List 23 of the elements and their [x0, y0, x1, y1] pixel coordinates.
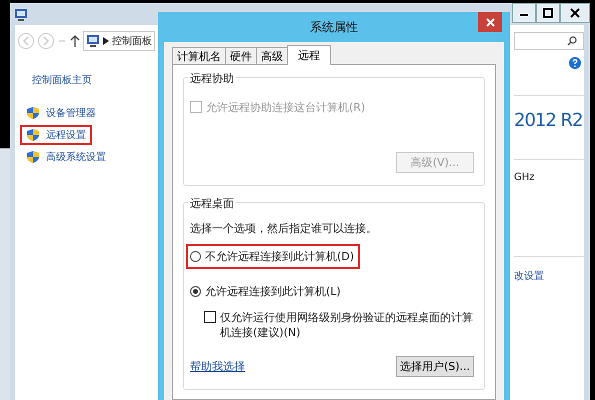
checkbox-label: 允许远程协助连接这台计算机(R)	[206, 100, 366, 115]
tab[interactable]: 高级	[256, 47, 288, 64]
sidebar-item[interactable]: 设备管理器	[20, 103, 102, 123]
group-title: 远程桌面	[188, 196, 236, 211]
radio-label: 允许远程连接到此计算机(L)	[205, 284, 341, 299]
group-title: 远程协助	[188, 71, 236, 86]
sidebar-item[interactable]: 高级系统设置	[20, 147, 112, 167]
instruction-text: 选择一个选项，然后指定谁可以连接。	[190, 221, 378, 236]
checkbox-label: 仅允许运行使用网络级别身份验证的远程桌面的计算机连接(建议)(N)	[220, 310, 474, 340]
spec-text: GHz	[514, 172, 535, 183]
sidebar-link[interactable]: 控制面板主页	[32, 73, 92, 87]
address-bar[interactable]: 控制面板	[83, 31, 155, 51]
radio-label: 不允许远程连接到此计算机(D)	[205, 249, 354, 264]
breadcrumb[interactable]: 控制面板	[112, 34, 152, 48]
edition-text: 2012 R2	[514, 110, 582, 131]
help-link[interactable]: 帮助我选择	[190, 359, 245, 374]
tab[interactable]: 硬件	[225, 47, 257, 64]
highlighted-sidebar-item[interactable]: 远程设置	[20, 125, 92, 145]
dialog-title: 系统属性	[310, 18, 358, 36]
tab[interactable]: 计算机名	[172, 47, 226, 64]
tab[interactable]: 远程	[287, 45, 331, 65]
settings-link[interactable]: 改设置	[514, 271, 544, 282]
select-users-button[interactable]: 选择用户(S)...	[396, 356, 474, 377]
